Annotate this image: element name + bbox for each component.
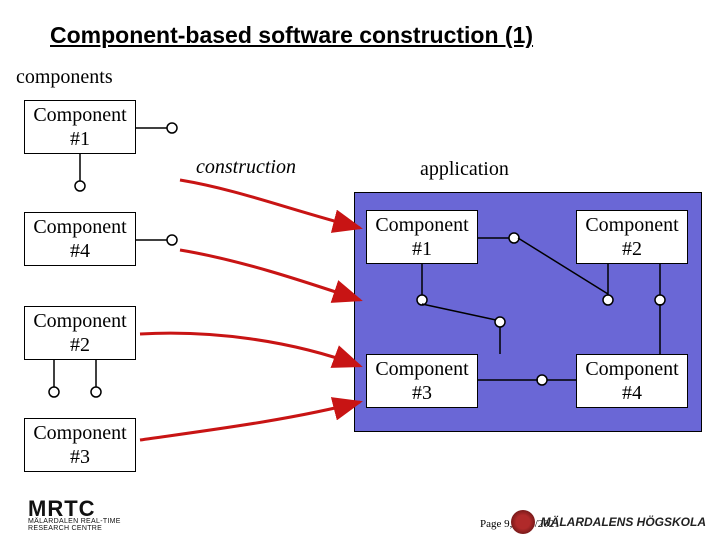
left-component-2: Component #2 — [24, 306, 136, 360]
app-component-2: Component #2 — [576, 210, 688, 264]
app-component-1: Component #1 — [366, 210, 478, 264]
component-label: Component #2 — [33, 309, 126, 357]
left-component-3: Component #3 — [24, 418, 136, 472]
footer-logo-right-text: MÄLARDALENS HÖGSKOLA — [541, 515, 706, 529]
components-heading: components — [16, 66, 113, 89]
slide-title: Component-based software construction (1… — [50, 22, 533, 49]
app-component-4: Component #4 — [576, 354, 688, 408]
footer-logo-left: MRTC MÄLARDALEN REAL-TIME RESEARCH CENTR… — [28, 496, 121, 532]
footer-logo-right: MÄLARDALENS HÖGSKOLA — [511, 510, 706, 534]
left-component-1: Component #1 — [24, 100, 136, 154]
left-component-4: Component #4 — [24, 212, 136, 266]
construction-label: construction — [196, 156, 296, 179]
application-label: application — [420, 158, 509, 181]
app-component-3: Component #3 — [366, 354, 478, 408]
component-label: Component #2 — [585, 213, 678, 261]
rose-icon — [511, 510, 535, 534]
component-label: Component #1 — [375, 213, 468, 261]
footer-logo-left-small: MÄLARDALEN REAL-TIME RESEARCH CENTRE — [28, 518, 121, 532]
component-label: Component #3 — [375, 357, 468, 405]
component-label: Component #4 — [33, 215, 126, 263]
component-label: Component #3 — [33, 421, 126, 469]
component-label: Component #1 — [33, 103, 126, 151]
component-label: Component #4 — [585, 357, 678, 405]
